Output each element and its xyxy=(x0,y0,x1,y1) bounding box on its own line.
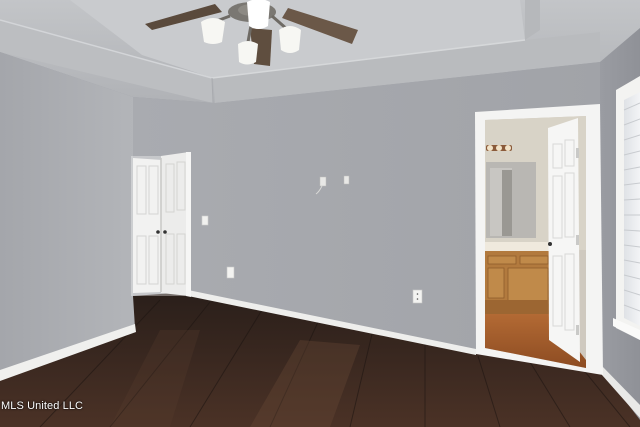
hall-doors xyxy=(131,152,191,297)
room-photo-svg xyxy=(0,0,640,427)
room-photo: MLS United LLC xyxy=(0,0,640,427)
window xyxy=(613,76,640,340)
left-wall xyxy=(0,52,135,375)
watermark-text: MLS United LLC xyxy=(1,400,84,412)
light-switch-icon xyxy=(201,215,209,226)
bathroom-doorway xyxy=(475,104,603,375)
